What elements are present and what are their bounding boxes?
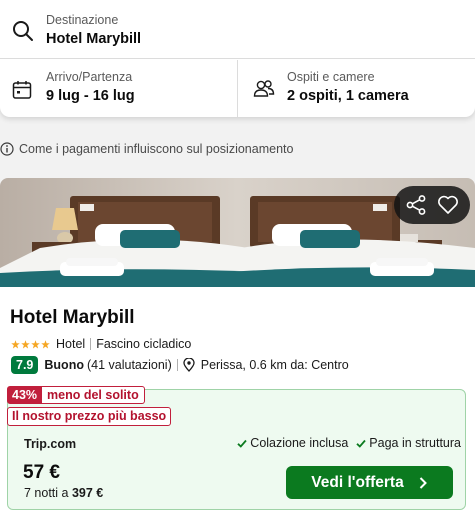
hotel-tag: Fascino cicladico xyxy=(96,337,192,351)
provider-name: Trip.com xyxy=(24,437,77,451)
rating-word: Buono xyxy=(44,358,84,372)
destination-field[interactable]: Destinazione Hotel Marybill xyxy=(0,0,475,59)
hotel-meta: Hotel Fascino cicladico xyxy=(11,336,191,352)
lowest-price-badge: Il nostro prezzo più basso xyxy=(7,407,172,426)
total-amount: 397 € xyxy=(71,486,104,500)
rating-score: 7.9 xyxy=(11,356,39,374)
star-icon xyxy=(31,339,40,348)
share-button[interactable] xyxy=(403,192,429,218)
review-count: (41 valutazioni) xyxy=(86,358,172,372)
ranking-info-link[interactable]: Come i pagamenti influiscono sul posizio… xyxy=(0,140,293,158)
amenity-item: Paga in struttura xyxy=(356,436,461,450)
amenity-label: Paga in struttura xyxy=(369,436,461,450)
view-deal-button[interactable]: Vedi l'offerta xyxy=(286,466,453,499)
guests-label: Ospiti e camere xyxy=(287,70,375,84)
check-icon xyxy=(237,439,247,448)
chevron-right-icon xyxy=(419,476,427,489)
heart-icon xyxy=(438,195,458,214)
star-icon xyxy=(11,339,20,348)
search-icon xyxy=(13,21,33,41)
hotel-location: Perissa, 0.6 km da: Centro xyxy=(200,358,349,372)
destination-label: Destinazione xyxy=(46,13,119,27)
calendar-icon xyxy=(12,81,32,99)
discount-text: meno del solito xyxy=(42,386,145,404)
star-icon xyxy=(41,339,50,348)
share-icon xyxy=(406,195,426,215)
dates-value: 9 lug - 16 lug xyxy=(46,88,135,104)
rating-row[interactable]: 7.9 Buono (41 valutazioni) Perissa, 0.6 … xyxy=(11,355,349,375)
search-card: Destinazione Hotel Marybill Arrivo/Parte… xyxy=(0,0,475,117)
guests-icon xyxy=(253,80,275,97)
discount-percent: 43% xyxy=(7,386,43,404)
info-icon xyxy=(0,142,14,156)
amenity-item: Colazione inclusa xyxy=(237,436,348,450)
ranking-info-text: Come i pagamenti influiscono sul posizio… xyxy=(19,142,294,156)
guests-value: 2 ospiti, 1 camera xyxy=(287,88,409,104)
hotel-type: Hotel xyxy=(56,337,86,351)
nightly-price: 57 € xyxy=(23,462,60,483)
check-icon xyxy=(356,439,366,448)
hotel-name[interactable]: Hotel Marybill xyxy=(10,307,135,329)
dates-field[interactable]: Arrivo/Partenza 9 lug - 16 lug xyxy=(0,60,238,117)
amenity-label: Colazione inclusa xyxy=(250,436,349,450)
dates-label: Arrivo/Partenza xyxy=(46,70,133,84)
total-prefix: 7 notti a xyxy=(24,486,69,500)
image-actions xyxy=(394,186,470,224)
discount-badge: 43% meno del solito xyxy=(7,386,145,404)
location-pin-icon xyxy=(183,358,195,372)
guests-field[interactable]: Ospiti e camere 2 ospiti, 1 camera xyxy=(239,60,475,117)
view-deal-label: Vedi l'offerta xyxy=(311,473,404,491)
offer-amenities: Colazione inclusa Paga in struttura xyxy=(237,436,461,450)
star-rating xyxy=(11,339,50,349)
total-price: 7 notti a 397 € xyxy=(24,486,103,500)
destination-value: Hotel Marybill xyxy=(46,31,142,47)
favorite-button[interactable] xyxy=(435,192,461,218)
star-icon xyxy=(21,339,30,348)
divider xyxy=(90,338,92,350)
divider xyxy=(176,359,178,371)
